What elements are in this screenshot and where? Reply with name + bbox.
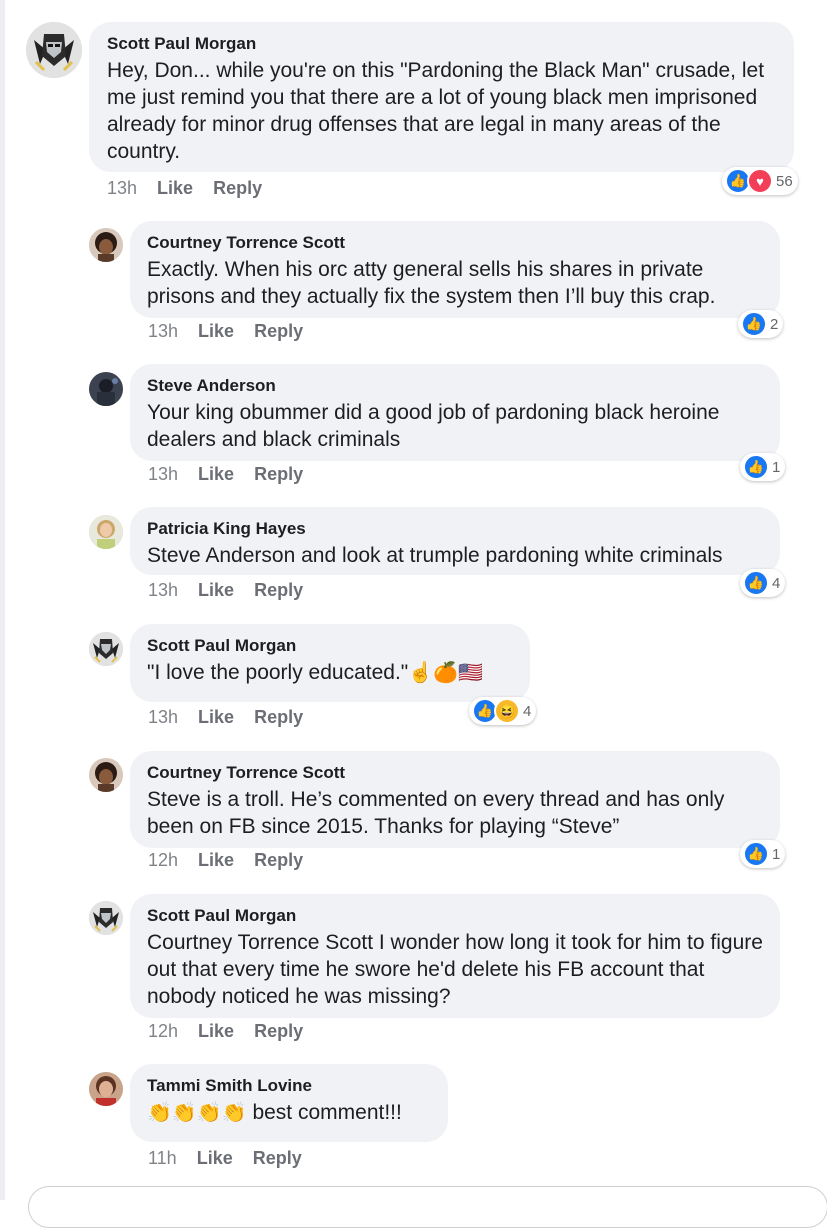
comment-author[interactable]: Patricia King Hayes <box>147 519 763 539</box>
comment-time[interactable]: 13h <box>148 464 178 484</box>
left-divider <box>0 0 5 1200</box>
comment-bubble: Steve Anderson Your king obummer did a g… <box>130 364 780 461</box>
avatar-scott-paul-morgan[interactable] <box>26 22 82 78</box>
comment-text: Your king obummer did a good job of pard… <box>147 401 726 451</box>
comment-author[interactable]: Scott Paul Morgan <box>147 636 513 656</box>
reaction-summary[interactable]: 👍 2 <box>738 310 784 338</box>
reaction-count: 4 <box>523 702 532 720</box>
reaction-count: 56 <box>776 172 793 190</box>
comment-time[interactable]: 13h <box>148 707 178 727</box>
comment-time[interactable]: 12h <box>148 1021 178 1041</box>
comment-actions: 12h Like Reply <box>148 1021 323 1042</box>
comment-author[interactable]: Scott Paul Morgan <box>107 34 774 54</box>
like-reaction-icon: 👍 <box>743 454 769 480</box>
comment-text: Steve Anderson and look at trumple pardo… <box>147 544 723 567</box>
comment-time[interactable]: 12h <box>148 850 178 870</box>
reaction-summary[interactable]: 👍 😆 4 <box>469 697 537 725</box>
comment-emoji: 👏👏👏👏 <box>147 1102 247 1124</box>
like-button[interactable]: Like <box>197 1148 233 1168</box>
comment-text: "I love the poorly educated."☝️🍊🇺🇸 <box>147 659 513 687</box>
comment-bubble: Scott Paul Morgan "I love the poorly edu… <box>130 624 530 702</box>
comment-bubble: Scott Paul Morgan Hey, Don... while you'… <box>89 22 794 172</box>
avatar-courtney-torrence-scott[interactable] <box>89 228 123 262</box>
like-button[interactable]: Like <box>198 464 234 484</box>
comment-actions: 13h Like Reply <box>148 580 323 601</box>
comment-actions: 13h Like Reply <box>148 464 323 485</box>
comment-emoji: ☝️🍊🇺🇸 <box>408 662 483 684</box>
comment-time[interactable]: 13h <box>148 321 178 341</box>
haha-reaction-icon: 😆 <box>494 698 520 724</box>
avatar-tammi-smith-lovine[interactable] <box>89 1072 123 1106</box>
like-button[interactable]: Like <box>198 321 234 341</box>
avatar-courtney-torrence-scott[interactable] <box>89 758 123 792</box>
avatar-scott-paul-morgan[interactable] <box>89 632 123 666</box>
comment-text: Exactly. When his orc atty general sells… <box>147 258 716 308</box>
comment-bubble: Patricia King Hayes Steve Anderson and l… <box>130 507 780 575</box>
reply-button[interactable]: Reply <box>254 1021 303 1041</box>
like-button[interactable]: Like <box>198 1021 234 1041</box>
reaction-summary[interactable]: 👍 4 <box>740 569 786 597</box>
reaction-count: 2 <box>770 315 779 333</box>
avatar-steve-anderson[interactable] <box>89 372 123 406</box>
comment-author[interactable]: Scott Paul Morgan <box>147 906 763 926</box>
comment-bubble: Courtney Torrence Scott Steve is a troll… <box>130 751 780 848</box>
reply-button[interactable]: Reply <box>253 1148 302 1168</box>
comment-text-body: "I love the poorly educated." <box>147 661 409 684</box>
reply-button[interactable]: Reply <box>254 850 303 870</box>
love-reaction-icon: ♥ <box>747 168 773 194</box>
comment-author[interactable]: Courtney Torrence Scott <box>147 763 763 783</box>
comment-actions: 13h Like Reply <box>148 321 323 342</box>
comment-text: Courtney Torrence Scott I wonder how lon… <box>147 931 769 1008</box>
reply-button[interactable]: Reply <box>254 464 303 484</box>
like-reaction-icon: 👍 <box>741 311 767 337</box>
comment-actions: 13h Like Reply <box>107 178 282 199</box>
comment-text-body: best comment!!! <box>246 1101 402 1124</box>
avatar-patricia-king-hayes[interactable] <box>89 515 123 549</box>
like-button[interactable]: Like <box>198 707 234 727</box>
like-button[interactable]: Like <box>198 850 234 870</box>
reply-button[interactable]: Reply <box>254 707 303 727</box>
like-button[interactable]: Like <box>198 580 234 600</box>
comment-bubble: Courtney Torrence Scott Exactly. When hi… <box>130 221 780 318</box>
reply-button[interactable]: Reply <box>254 580 303 600</box>
reaction-count: 1 <box>772 845 781 863</box>
comment-author[interactable]: Tammi Smith Lovine <box>147 1076 431 1096</box>
avatar-scott-paul-morgan[interactable] <box>89 901 123 935</box>
comment-author[interactable]: Steve Anderson <box>147 376 763 396</box>
like-reaction-icon: 👍 <box>743 570 769 596</box>
reaction-summary[interactable]: 👍 1 <box>740 453 786 481</box>
reply-button[interactable]: Reply <box>213 178 262 198</box>
comment-bubble: Scott Paul Morgan Courtney Torrence Scot… <box>130 894 780 1018</box>
comment-time[interactable]: 13h <box>107 178 137 198</box>
comment-author[interactable]: Courtney Torrence Scott <box>147 233 763 253</box>
comment-actions: 11h Like Reply <box>148 1148 322 1169</box>
like-reaction-icon: 👍 <box>743 841 769 867</box>
reaction-summary[interactable]: 👍 1 <box>740 840 786 868</box>
reaction-count: 4 <box>772 574 781 592</box>
like-button[interactable]: Like <box>157 178 193 198</box>
comment-actions: 13h Like Reply <box>148 707 323 728</box>
comment-bubble: Tammi Smith Lovine 👏👏👏👏 best comment!!! <box>130 1064 448 1142</box>
comment-actions: 12h Like Reply <box>148 850 323 871</box>
comment-text: Hey, Don... while you're on this "Pardon… <box>107 59 770 163</box>
comment-text: 👏👏👏👏 best comment!!! <box>147 1099 431 1127</box>
reaction-count: 1 <box>772 458 781 476</box>
comment-time[interactable]: 11h <box>148 1148 177 1168</box>
comment-time[interactable]: 13h <box>148 580 178 600</box>
reaction-summary[interactable]: 👍 ♥ 56 <box>722 167 798 195</box>
reply-button[interactable]: Reply <box>254 321 303 341</box>
comment-text: Steve is a troll. He’s commented on ever… <box>147 788 731 838</box>
comment-composer-input[interactable] <box>28 1186 827 1228</box>
